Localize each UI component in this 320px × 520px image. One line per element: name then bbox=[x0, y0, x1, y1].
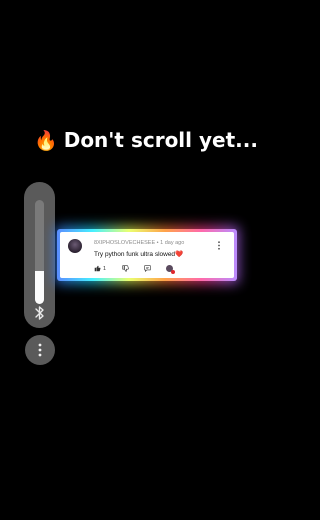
caption-text: Don't scroll yet... bbox=[63, 128, 258, 152]
bluetooth-icon bbox=[35, 306, 44, 320]
reply-button[interactable] bbox=[144, 264, 166, 273]
more-vertical-icon bbox=[38, 343, 42, 357]
volume-track[interactable] bbox=[35, 200, 44, 304]
comment-card: 8XIPHOSLOVECHESEE • 1 day ago Try python… bbox=[60, 232, 234, 278]
dislike-button[interactable] bbox=[122, 264, 144, 273]
comment-time: 1 day ago bbox=[160, 240, 185, 246]
volume-level-fill bbox=[35, 270, 44, 304]
meta-separator: • bbox=[156, 240, 159, 246]
volume-slider[interactable] bbox=[24, 182, 55, 328]
comment-username[interactable]: 8XIPHOSLOVECHESEE bbox=[94, 240, 155, 246]
thumbs-down-icon bbox=[122, 265, 129, 272]
fire-icon: 🔥 bbox=[34, 130, 58, 152]
comment-menu-icon[interactable] bbox=[217, 241, 221, 250]
creator-heart-icon bbox=[166, 265, 175, 274]
thumbs-up-icon bbox=[94, 265, 101, 272]
creator-heart-button[interactable] bbox=[166, 264, 175, 274]
comment-actions: 1 bbox=[94, 264, 175, 274]
avatar[interactable] bbox=[68, 239, 82, 253]
comment-text: Try python funk ultra slowed❤️ bbox=[94, 250, 183, 258]
comment-meta: 8XIPHOSLOVECHESEE • 1 day ago bbox=[94, 240, 184, 246]
reply-icon bbox=[144, 265, 151, 272]
comment-body: Try python funk ultra slowed bbox=[94, 251, 176, 258]
heart-icon: ❤️ bbox=[175, 251, 184, 258]
more-options-button[interactable] bbox=[25, 335, 55, 365]
like-count: 1 bbox=[103, 265, 107, 272]
like-button[interactable]: 1 bbox=[94, 264, 122, 273]
overlay-caption: 🔥 Don't scroll yet... bbox=[0, 128, 292, 152]
